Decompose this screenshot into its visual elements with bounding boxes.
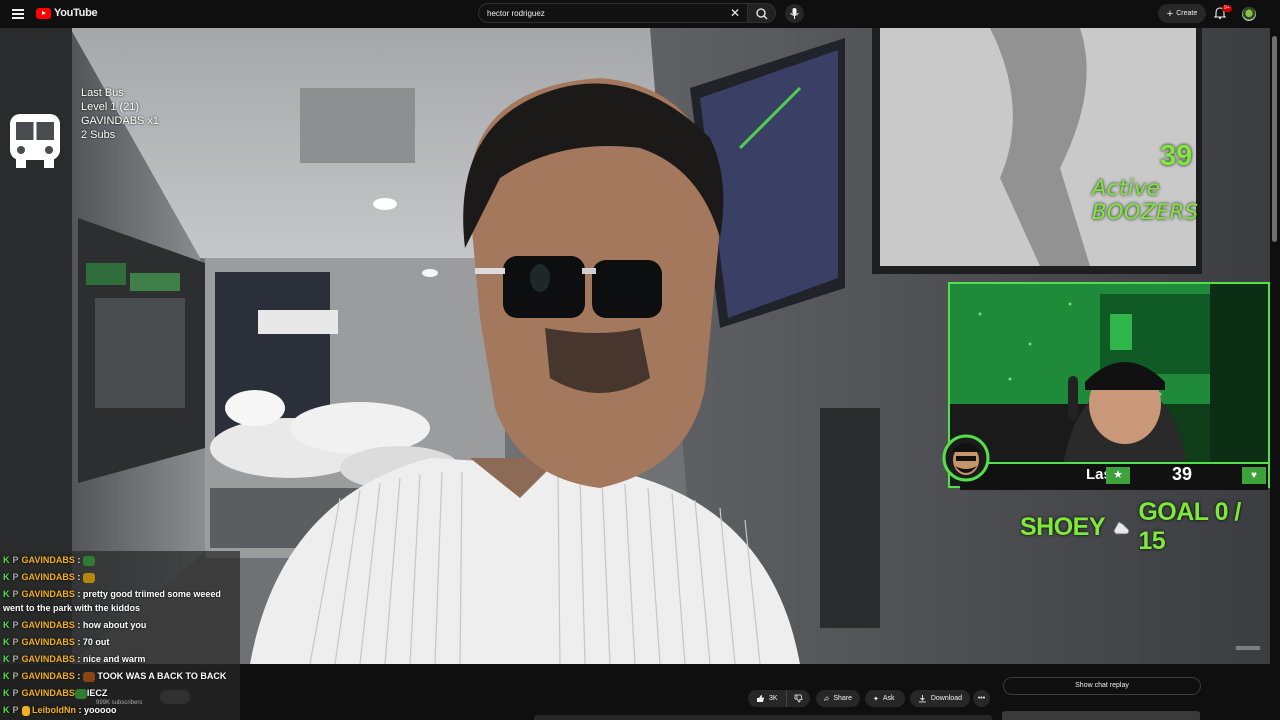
goal-left-text: SHOEY [1020,512,1106,541]
chat-overlay: K P GAVINDABS : K P GAVINDABS : K P GAVINDABS … [0,551,240,720]
microphone-icon [790,8,799,19]
chat-username: GAVINDABS [21,572,75,582]
thumbs-down-icon [794,694,803,703]
bus-level: Level 1 (21) [81,101,140,113]
chat-text: yooooo [84,705,117,715]
voice-search-button[interactable] [785,4,804,23]
heart-icon: ♥ [1242,467,1266,484]
download-button[interactable]: Download [910,690,970,707]
bus-subs: 2 Subs [81,129,116,141]
chat-text: nice and warm [82,654,146,664]
chat-message: K P GAVINDABS : pretty good triimed some w… [3,589,221,599]
emote-icon [74,688,87,699]
bus-icon [10,114,60,168]
subscribe-bell-button[interactable] [160,690,190,704]
chat-username: LeiboldNn [32,705,77,715]
thumbs-up-icon [757,695,764,702]
channel-watermark[interactable] [1236,646,1260,650]
ask-button[interactable]: ✦ Ask [865,690,905,707]
sparkle-icon: ✦ [873,695,879,703]
page-scrollbar[interactable] [1272,36,1277,242]
chat-text: pretty good triimed some weeed [82,589,221,599]
chat-message: went to the park with the kiddos [3,602,140,615]
show-chat-replay-button[interactable]: Show chat replay [1003,677,1201,695]
chat-message: K P GAVINDABS : TOOK WAS A BACK TO BACK [3,671,227,682]
webcam-feed [950,284,1268,486]
chat-username: GAVINDABS [21,654,75,664]
chat-username: GAVINDABS [21,589,75,599]
download-label: Download [930,695,962,702]
active-boozers-label: Active BOOZERS [1092,176,1199,224]
active-boozers-count: 39 [1160,140,1193,172]
masthead: YouTube ✕ + Create 9+ [0,0,1280,28]
search-icon [756,8,768,20]
more-actions-button[interactable]: ••• [973,690,990,707]
emote-icon [82,572,95,583]
account-avatar[interactable] [1242,7,1256,21]
chat-username: GAVINDABS [21,637,75,647]
chat-text: TOOK WAS A BACK TO BACK [97,671,227,681]
chat-message: K P GAVINDABS : [3,571,95,584]
chat-message: K P GAVINDABS IECZ [3,688,108,699]
chat-username: GAVINDABS [21,671,75,681]
description-card[interactable] [534,715,992,720]
ask-label: Ask [882,695,895,702]
youtube-play-icon [36,7,51,19]
share-label: Share [833,695,852,702]
emote-icon [21,705,30,716]
like-button[interactable]: 3K [748,690,786,707]
chat-username: GAVINDABS [21,555,75,565]
emote-icon [82,671,95,682]
bus-top-rider: GAVINDABS x1 [81,115,160,127]
chat-message: K P GAVINDABS : 70 out [3,637,110,647]
emote-icon [82,555,95,566]
star-icon: ★ [1106,467,1130,484]
plus-icon: + [1166,7,1174,20]
more-horizontal-icon: ••• [977,695,986,702]
like-count: 3K [769,695,778,702]
chat-username: GAVINDABS [21,688,75,698]
chat-replay-panel-edge [1002,711,1200,720]
streamer-webcam [948,282,1270,488]
search-input[interactable] [487,7,717,20]
goal-right-text: GOAL 0 / 15 [1138,498,1241,555]
chat-text: 70 out [82,637,110,647]
chat-username: GAVINDABS [21,620,75,630]
shoe-icon [1113,521,1130,535]
logo-text: YouTube [54,7,98,19]
chat-text: IECZ [86,688,108,698]
chat-text: went to the park with the kiddos [3,603,141,613]
bus-title: Last Bus [81,87,124,99]
chat-message: K P GAVINDABS : [3,554,95,567]
create-label: Create [1176,10,1198,17]
hamburger-menu-icon[interactable] [12,9,24,19]
youtube-logo[interactable]: YouTube [36,7,98,19]
dislike-button[interactable] [786,690,810,707]
clear-search-icon[interactable]: ✕ [728,6,742,20]
download-icon [918,695,926,703]
webcam-counter: 39 [1172,464,1193,484]
share-icon [824,695,830,702]
chat-text: how about you [82,620,147,630]
chat-message: K P GAVINDABS : nice and warm [3,654,146,664]
share-button[interactable]: Share [816,690,860,707]
last-bus-info: Last Bus Level 1 (21) GAVINDABS x1 2 Sub… [81,86,159,142]
search-button[interactable] [748,3,776,23]
subscriber-count: 999K subscribers [96,700,143,706]
create-button[interactable]: + Create [1158,4,1206,23]
search-box[interactable] [478,3,748,23]
streamer-badge-icon [942,434,990,482]
chat-message: K P GAVINDABS : how about you [3,620,147,630]
notification-count-badge: 9+ [1222,5,1232,12]
shoey-goal: SHOEY GOAL 0 / 15 [1020,498,1270,556]
